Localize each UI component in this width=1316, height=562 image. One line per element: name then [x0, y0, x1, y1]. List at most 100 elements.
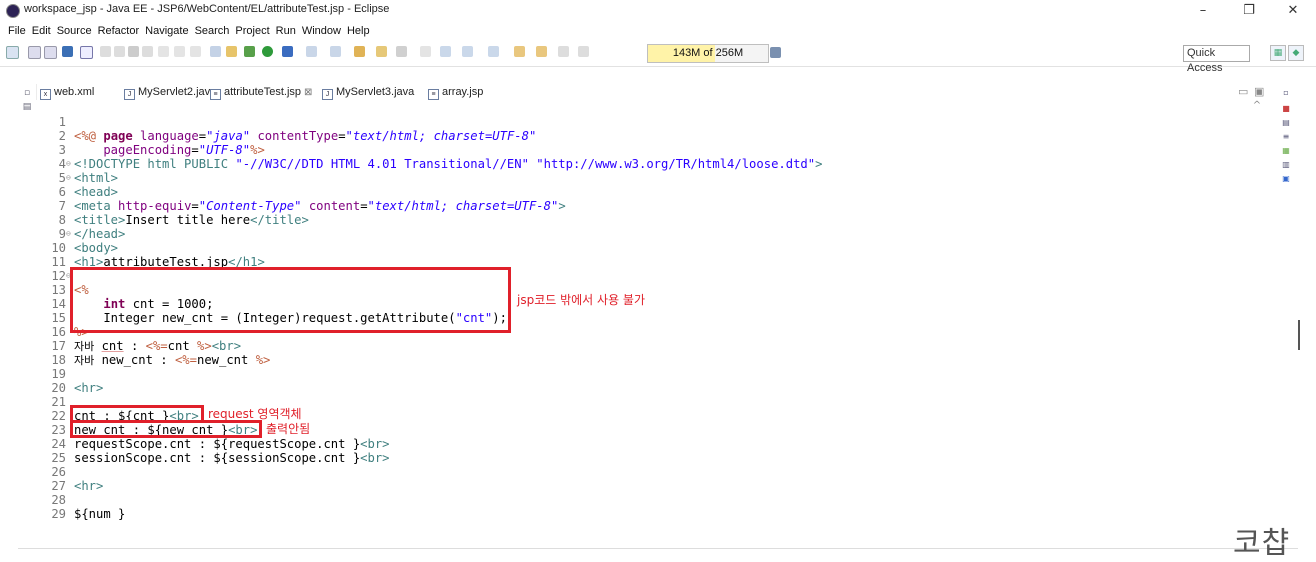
step-over-icon[interactable]: [174, 46, 185, 57]
tab-label: attributeTest.jsp: [224, 86, 302, 98]
save-all-icon[interactable]: [44, 46, 57, 59]
code-line: 13 int cnt = 1000;: [36, 269, 213, 311]
code-line: 25: [36, 437, 66, 465]
tab-attributetest-jsp[interactable]: ≡ attributeTest.jsp ⊠: [210, 84, 313, 100]
search-tool-icon[interactable]: [396, 46, 407, 57]
restore-views-icon[interactable]: ▫: [1281, 88, 1291, 98]
code-line: 10 <h1>attributeTest.jsp</h1>: [36, 227, 264, 269]
suspend-icon[interactable]: [114, 46, 125, 57]
close-tab-icon[interactable]: ⊠: [304, 87, 312, 98]
java-ee-perspective-icon[interactable]: ◆: [1288, 45, 1304, 61]
jsp-file-icon: ≡: [428, 89, 439, 100]
menu-file[interactable]: File: [0, 22, 29, 40]
code-line: 20: [36, 367, 66, 395]
jsp-file-icon: ≡: [210, 89, 221, 100]
debug-config-icon[interactable]: [226, 46, 237, 57]
terminal-icon[interactable]: [62, 46, 73, 57]
code-line: 18: [36, 339, 66, 367]
tab-myservlet2-java[interactable]: J MyServlet2.java: [124, 84, 216, 100]
tab-myservlet3-java[interactable]: J MyServlet3.java: [322, 84, 414, 100]
debug-icon[interactable]: [244, 46, 255, 57]
task-list-icon[interactable]: ▤: [1281, 118, 1291, 128]
code-line: 4 ⊖ <html>: [36, 143, 118, 185]
tab-label: MyServlet2.java: [138, 86, 217, 98]
external-tools-icon[interactable]: [282, 46, 293, 57]
maximize-editor-icon[interactable]: ▣: [1254, 84, 1264, 100]
last-edit-icon[interactable]: [514, 46, 525, 57]
pin-editor-icon[interactable]: [578, 46, 589, 57]
new-server-icon[interactable]: [306, 46, 317, 57]
tab-label: MyServlet3.java: [336, 86, 415, 98]
tab-array-jsp[interactable]: ≡ array.jsp: [428, 84, 483, 100]
fold-icon[interactable]: ⊖: [66, 157, 72, 171]
save-icon[interactable]: [28, 46, 41, 59]
open-perspective-icon[interactable]: ▦: [1270, 45, 1286, 61]
code-line: 3 <!DOCTYPE html PUBLIC "-//W3C//DTD HTM…: [36, 129, 823, 171]
code-line: 11: [36, 241, 66, 269]
menu-project[interactable]: Project: [232, 22, 272, 40]
code-line: 7 <title>Insert title here</title>: [36, 185, 309, 227]
properties-icon[interactable]: ▥: [1281, 160, 1291, 170]
step-into-icon[interactable]: [158, 46, 169, 57]
main-toolbar: 143M of 256M Quick Access ▦ ◆: [0, 40, 1316, 74]
terminate-icon[interactable]: [128, 46, 139, 57]
menu-help[interactable]: Help: [344, 22, 373, 40]
menu-run[interactable]: Run: [273, 22, 299, 40]
servers-icon[interactable]: [210, 46, 221, 57]
back-icon[interactable]: [536, 46, 547, 57]
tab-web-xml[interactable]: x web.xml: [40, 84, 94, 100]
code-line: 6 <meta http-equiv="Content-Type" conten…: [36, 171, 566, 213]
code-line: 29: [36, 493, 66, 521]
new-cnt-annotation: 출력안됨: [266, 422, 311, 436]
code-line: 28 ${num }: [36, 479, 125, 521]
code-line: 9 ⊖ <body>: [36, 213, 118, 255]
forward-icon[interactable]: [558, 46, 569, 57]
prev-annotation-icon[interactable]: [488, 46, 499, 57]
next-annotation-icon[interactable]: [462, 46, 473, 57]
fold-icon[interactable]: ⊖: [66, 171, 72, 185]
code-line: 22 new_cnt : ${new_cnt }<br>: [36, 395, 257, 437]
project-explorer-icon[interactable]: ▤: [21, 102, 33, 113]
outline-icon[interactable]: ■: [1281, 104, 1291, 114]
run-icon[interactable]: [262, 46, 273, 57]
scroll-up-icon[interactable]: ^: [1251, 100, 1263, 112]
code-line: 17 자바 new_cnt : <%=new_cnt %>: [36, 325, 270, 367]
menu-window[interactable]: Window: [299, 22, 344, 40]
menu-edit[interactable]: Edit: [29, 22, 54, 40]
menu-navigate[interactable]: Navigate: [142, 22, 191, 40]
window-title: workspace_jsp - Java EE - JSP6/WebConten…: [24, 3, 390, 15]
heap-status[interactable]: 143M of 256M: [647, 44, 769, 63]
scriptlet-highlight-box: [70, 267, 511, 333]
markers-icon[interactable]: ▦: [1281, 146, 1291, 156]
watermark-text: 코챱: [1233, 526, 1291, 561]
heap-status-text: 143M of 256M: [672, 47, 744, 59]
console-icon[interactable]: ≡: [1281, 132, 1291, 142]
skip-breakpoints-icon[interactable]: [80, 46, 93, 59]
menu-search[interactable]: Search: [192, 22, 233, 40]
code-line: 26 <hr>: [36, 451, 103, 493]
quick-access-field[interactable]: Quick Access: [1183, 45, 1250, 74]
open-folder-icon[interactable]: [376, 46, 387, 57]
step-return-icon[interactable]: [190, 46, 201, 57]
code-line: 12 ⊖ <%: [36, 255, 88, 297]
eclipse-app-icon: [6, 4, 20, 18]
close-button[interactable]: ✕: [1270, 0, 1316, 22]
maximize-button[interactable]: ❐: [1226, 0, 1272, 22]
servers-view-icon[interactable]: ▣: [1281, 174, 1291, 184]
menu-refactor[interactable]: Refactor: [95, 22, 143, 40]
minimize-editor-icon[interactable]: ▭: [1238, 84, 1248, 100]
new-java-class-icon[interactable]: [330, 46, 341, 57]
restore-icon[interactable]: ▫: [21, 88, 33, 99]
xml-file-icon: x: [40, 89, 51, 100]
new-icon[interactable]: [6, 46, 19, 59]
line-number: 29: [51, 507, 66, 521]
annotation-icon[interactable]: [440, 46, 451, 57]
garbage-collect-icon[interactable]: [770, 47, 781, 58]
minimize-button[interactable]: –: [1180, 0, 1226, 22]
disconnect-icon[interactable]: [142, 46, 153, 57]
open-type-icon[interactable]: [354, 46, 365, 57]
resume-icon[interactable]: [100, 46, 111, 57]
fold-icon[interactable]: ⊖: [66, 227, 72, 241]
menu-source[interactable]: Source: [54, 22, 95, 40]
toggle-mark-icon[interactable]: [420, 46, 431, 57]
